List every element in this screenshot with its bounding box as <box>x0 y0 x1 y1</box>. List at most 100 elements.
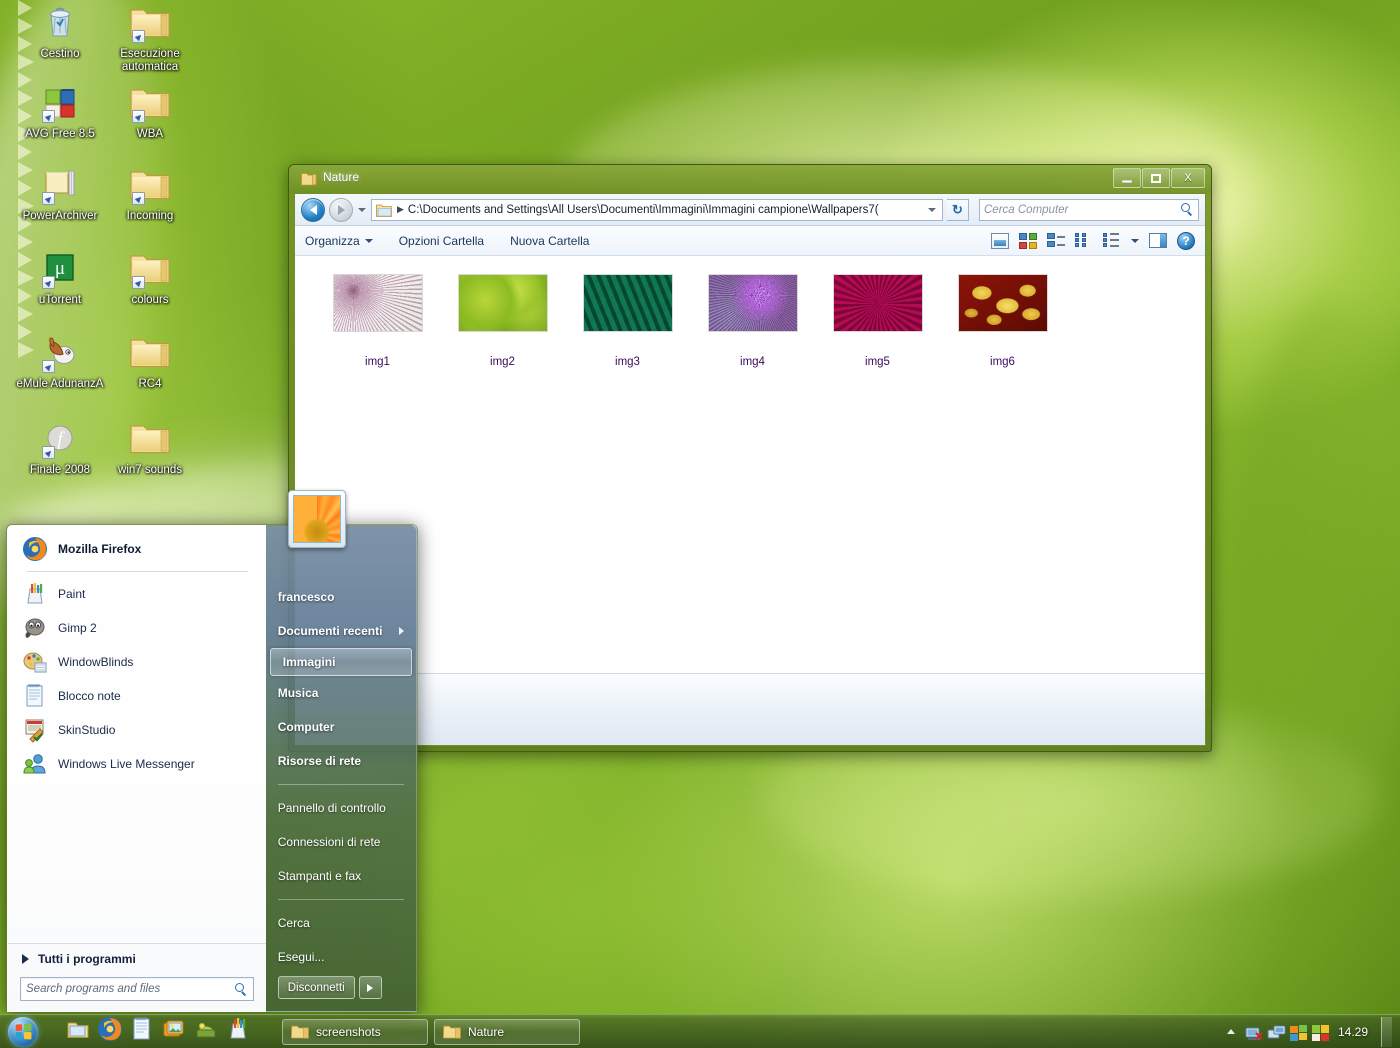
view-dropdown-caret-icon[interactable] <box>1131 238 1139 243</box>
start-menu-place-connessioni-di-rete[interactable]: Connessioni di rete <box>266 825 416 859</box>
organize-menu-button[interactable]: Organizza <box>305 234 373 248</box>
avg-icon[interactable] <box>1311 1024 1329 1041</box>
address-bar[interactable]: ▶ C:\Documents and Settings\All Users\Do… <box>371 198 943 221</box>
notepad-icon <box>129 1016 155 1047</box>
network-disconnected-icon[interactable] <box>1245 1024 1263 1040</box>
desktop-icon-cestino[interactable]: Cestino <box>14 4 106 61</box>
desktop-icon-wba[interactable]: WBA <box>104 84 196 141</box>
large-icons-icon[interactable] <box>1019 232 1037 249</box>
small-icons-icon[interactable] <box>1075 232 1093 249</box>
refresh-button[interactable]: ↻ <box>947 198 969 221</box>
windowblinds-icon <box>22 649 48 675</box>
recent-pages-dropdown[interactable] <box>357 207 367 212</box>
back-button[interactable] <box>301 197 325 222</box>
desktop-icon-emule-adunanza[interactable]: eMule AdunanzA <box>14 334 106 391</box>
minimize-button[interactable] <box>1113 168 1141 188</box>
quick-launch-mozilla-firefox[interactable] <box>96 1017 124 1046</box>
start-menu-item-windows-live-messenger[interactable]: Windows Live Messenger <box>16 747 258 781</box>
start-menu-place-pannello-di-controllo[interactable]: Pannello di controllo <box>266 791 416 825</box>
desktop-icon-utorrent[interactable]: μ uTorrent <box>14 250 106 307</box>
help-icon[interactable]: ? <box>1177 231 1195 250</box>
file-thumbnail <box>582 274 673 332</box>
start-menu-item-label: Windows Live Messenger <box>58 757 195 771</box>
quick-launch-paint[interactable] <box>224 1018 252 1046</box>
start-menu-place-musica[interactable]: Musica <box>266 676 416 710</box>
start-menu-place-esegui[interactable]: Esegui... <box>266 940 416 974</box>
quick-launch-photo-viewer[interactable] <box>160 1018 188 1046</box>
chevron-down-icon <box>364 238 373 243</box>
all-programs-button[interactable]: Tutti i programmi <box>8 943 266 973</box>
start-search-wrapper: Search programs and files <box>8 973 266 1011</box>
tray-expand-button[interactable] <box>1224 1029 1238 1034</box>
explorer-search-box[interactable]: Cerca Computer <box>979 198 1199 221</box>
show-desktop-button[interactable] <box>1381 1016 1392 1047</box>
search-icon <box>1181 203 1194 216</box>
desktop-icon-incoming[interactable]: Incoming <box>104 166 196 223</box>
desktop-icon-finale-2008[interactable]: f Finale 2008 <box>14 420 106 477</box>
explorer-window[interactable]: Nature X ▶ C:\Documents and Settings\All… <box>288 164 1212 752</box>
explorer-title-bar[interactable]: Nature X <box>289 165 1211 193</box>
desktop-icon-label: Incoming <box>126 210 174 222</box>
quick-launch-windows-explorer[interactable] <box>64 1018 92 1046</box>
tiles-icon[interactable] <box>1047 232 1065 249</box>
list-details-icon[interactable] <box>1103 232 1121 249</box>
start-menu-place-risorse-di-rete[interactable]: Risorse di rete <box>266 744 416 778</box>
search-icon <box>234 982 248 996</box>
preview-icon[interactable] <box>991 232 1009 249</box>
start-menu-item-skinstudio[interactable]: SkinStudio <box>16 713 258 747</box>
logoff-button[interactable]: Disconnetti <box>277 976 355 999</box>
start-menu-place-cerca[interactable]: Cerca <box>266 906 416 940</box>
start-menu-item-gimp-2[interactable]: Gimp 2 <box>16 611 258 645</box>
windows-update-icon[interactable] <box>1289 1024 1307 1041</box>
quick-launch-blocco-note[interactable] <box>128 1016 156 1047</box>
new-folder-button[interactable]: Nuova Cartella <box>510 234 589 248</box>
start-search-input[interactable]: Search programs and files <box>20 977 254 1001</box>
close-button[interactable]: X <box>1171 168 1205 188</box>
quick-launch-show-desktop[interactable] <box>192 1018 220 1046</box>
start-menu-item-paint[interactable]: Paint <box>16 577 258 611</box>
user-avatar[interactable] <box>287 490 346 548</box>
start-menu-item-windowblinds[interactable]: WindowBlinds <box>16 645 258 679</box>
desktop-icon-colours[interactable]: colours <box>104 250 196 307</box>
folder-options-button[interactable]: Opzioni Cartella <box>399 234 484 248</box>
emule-icon <box>40 334 80 374</box>
paint-icon <box>22 581 48 607</box>
file-list-area[interactable]: img1 img2 img3 img4 img5 img6 <box>295 256 1205 673</box>
logoff-options-button[interactable] <box>358 976 382 999</box>
desktop-icon-esecuzione-automatica[interactable]: Esecuzione automatica <box>104 4 196 74</box>
desktop-icon-label: RC4 <box>138 378 162 390</box>
start-menu-item-mozilla-firefox[interactable]: Mozilla Firefox <box>16 532 258 566</box>
preview-pane-icon[interactable] <box>1149 233 1167 248</box>
desktop-icon-win7-sounds[interactable]: win7 sounds <box>104 420 196 477</box>
start-menu-place-documenti-recenti[interactable]: Documenti recenti <box>266 614 416 648</box>
file-item[interactable]: img1 <box>315 274 440 392</box>
start-menu-place-immagini[interactable]: Immagini <box>269 648 412 676</box>
file-item[interactable]: img5 <box>815 274 940 392</box>
user-name[interactable]: francesco <box>266 580 416 614</box>
file-item[interactable]: img6 <box>940 274 1065 392</box>
address-dropdown-icon[interactable] <box>924 207 940 212</box>
window-controls[interactable]: X <box>1113 168 1205 188</box>
file-item[interactable]: img4 <box>690 274 815 392</box>
taskbar-window-screenshots[interactable]: screenshots <box>282 1018 428 1045</box>
desktop-icon-label: AVG Free 8.5 <box>25 128 95 140</box>
file-item[interactable]: img2 <box>440 274 565 392</box>
forward-button[interactable] <box>329 197 353 222</box>
start-button[interactable] <box>0 1015 46 1048</box>
desktop-icon-avg-free-8-5[interactable]: AVG Free 8.5 <box>14 84 106 141</box>
start-menu-place-stampanti-e-fax[interactable]: Stampanti e fax <box>266 859 416 893</box>
start-menu[interactable]: Mozilla Firefox Paint Gimp 2 WindowBlinds Bl… <box>6 490 418 1012</box>
maximize-button[interactable] <box>1142 168 1170 188</box>
file-item[interactable]: img3 <box>565 274 690 392</box>
start-menu-place-computer[interactable]: Computer <box>266 710 416 744</box>
start-menu-place-label: Documenti recenti <box>277 624 383 638</box>
desktop-icon-rc4[interactable]: RC4 <box>104 334 196 391</box>
network-icon[interactable] <box>1267 1024 1286 1040</box>
taskbar-window-nature[interactable]: Nature <box>434 1018 580 1045</box>
folder-shortcut-icon <box>130 250 170 290</box>
desktop-icon-label: PowerArchiver <box>22 210 98 222</box>
start-menu-system-group: Pannello di controllo Connessioni di rete… <box>266 791 416 893</box>
taskbar-clock[interactable]: 14.29 <box>1338 1025 1368 1039</box>
desktop-icon-powerarchiver[interactable]: PowerArchiver <box>14 166 106 223</box>
start-menu-item-blocco-note[interactable]: Blocco note <box>16 679 258 713</box>
